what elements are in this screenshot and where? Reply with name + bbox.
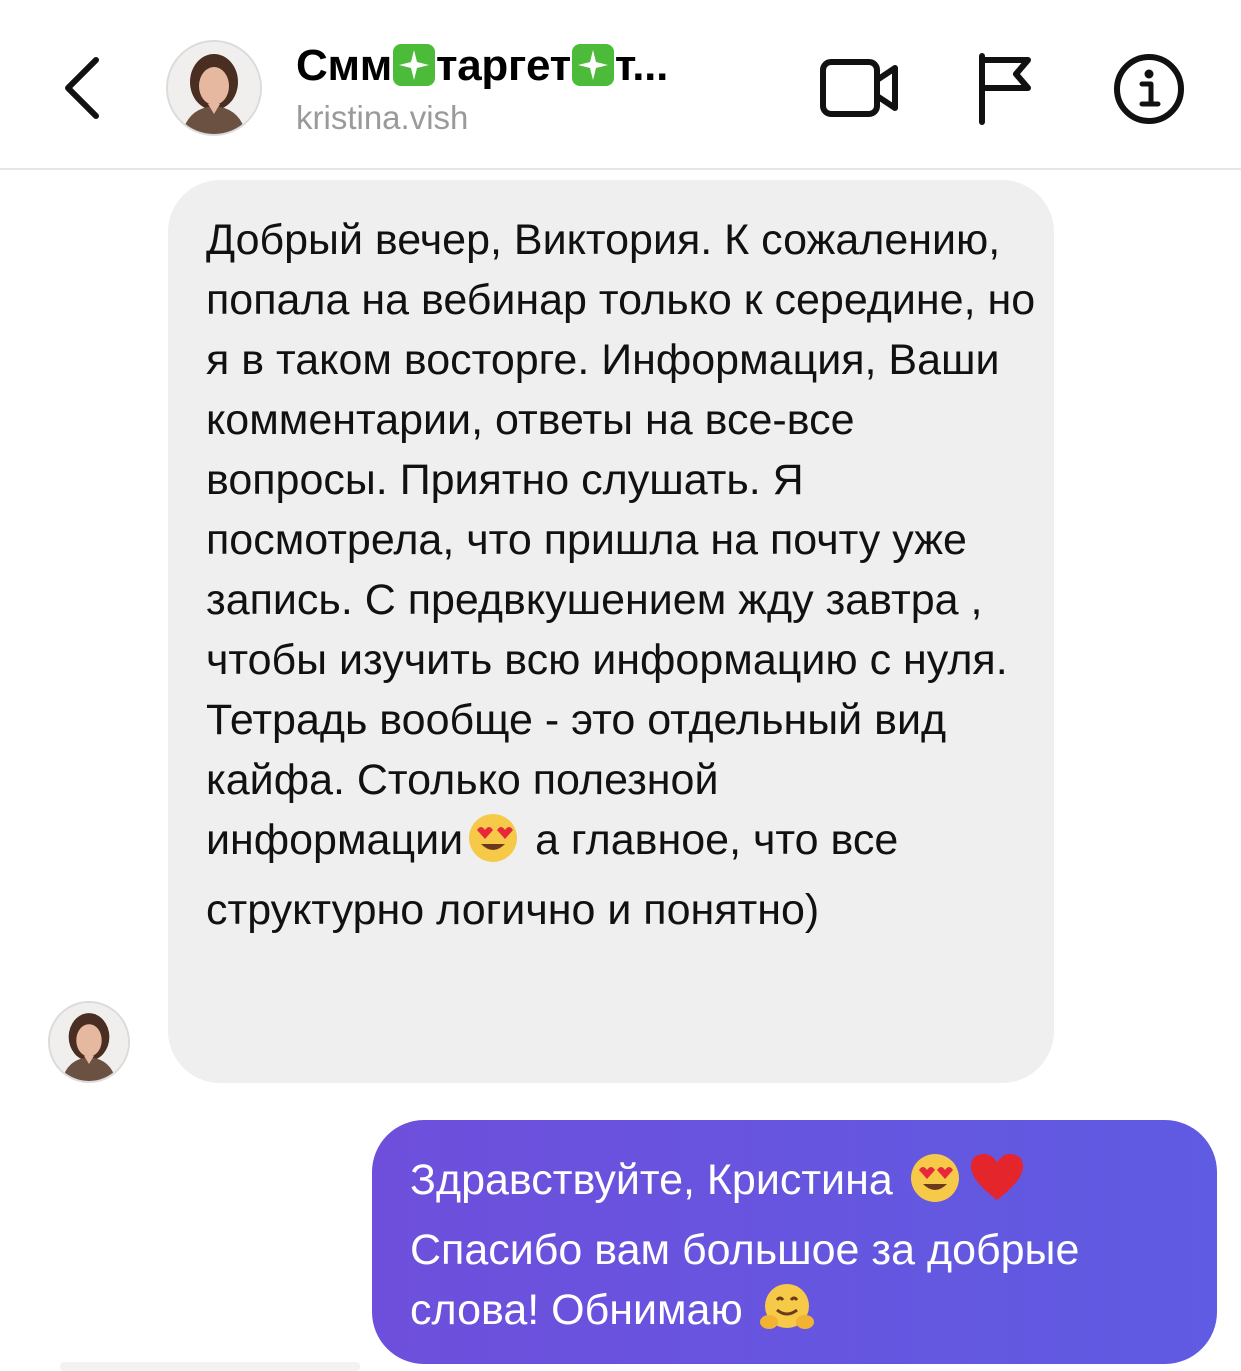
contact-title: Смм таргет т...: [296, 38, 796, 94]
message-paragraph-2-text: Тетрадь вообще - это отдельный вид кайфа…: [206, 696, 947, 804]
message-paragraph-1: Добрый вечер, Виктория. К сожалению, поп…: [206, 216, 1036, 684]
back-button[interactable]: [52, 48, 116, 128]
video-call-icon: [820, 59, 898, 117]
title-part-3: т...: [614, 41, 669, 90]
outgoing-message-text: Здравствуйте, Кристина Спасибо вам больш…: [410, 1150, 1197, 1350]
flag-icon: [979, 53, 1031, 125]
message-paragraph-2: Тетрадь вообще - это отдельный вид кайфа…: [206, 690, 1006, 940]
avatar-photo: [50, 1003, 128, 1081]
report-button[interactable]: [972, 50, 1036, 126]
message-paragraph-2-line4: структурно логично и понятно): [206, 886, 820, 934]
sparkles-emoji-icon: [571, 44, 614, 86]
outgoing-line-2: Спасибо вам большое за добрые: [410, 1226, 1080, 1274]
info-button[interactable]: [1112, 52, 1186, 126]
hugging-face-emoji-icon: [759, 1282, 815, 1350]
heart-eyes-emoji-icon: [467, 812, 519, 880]
contact-avatar[interactable]: [166, 40, 262, 136]
outgoing-line-3: слова! Обнимаю: [410, 1286, 755, 1334]
incoming-message-bubble[interactable]: Добрый вечер, Виктория. К сожалению, поп…: [168, 180, 1054, 1083]
title-part-1: Смм: [296, 41, 392, 90]
outgoing-line-1: Здравствуйте, Кристина: [410, 1156, 905, 1204]
message-paragraph-2-line3a: информации: [206, 816, 464, 864]
message-paragraph-2-line3b: а главное, что все: [523, 816, 899, 864]
title-part-2: таргет: [435, 41, 571, 90]
sender-avatar[interactable]: [48, 1001, 130, 1083]
contact-info[interactable]: Смм таргет т... kristina.vish: [296, 38, 796, 138]
chat-header: Смм таргет т... kristina.vish: [0, 0, 1241, 170]
avatar-photo: [168, 42, 260, 134]
info-icon: [1114, 54, 1184, 124]
outgoing-message-bubble[interactable]: Здравствуйте, Кристина Спасибо вам больш…: [372, 1120, 1217, 1364]
heart-eyes-emoji-icon: [909, 1152, 961, 1220]
username: kristina.vish: [296, 99, 469, 136]
sparkles-emoji-icon: [392, 44, 435, 86]
red-heart-emoji-icon: [969, 1152, 1025, 1220]
back-chevron-icon: [65, 57, 99, 119]
composer-edge: [60, 1362, 360, 1371]
video-call-button[interactable]: [818, 52, 902, 124]
